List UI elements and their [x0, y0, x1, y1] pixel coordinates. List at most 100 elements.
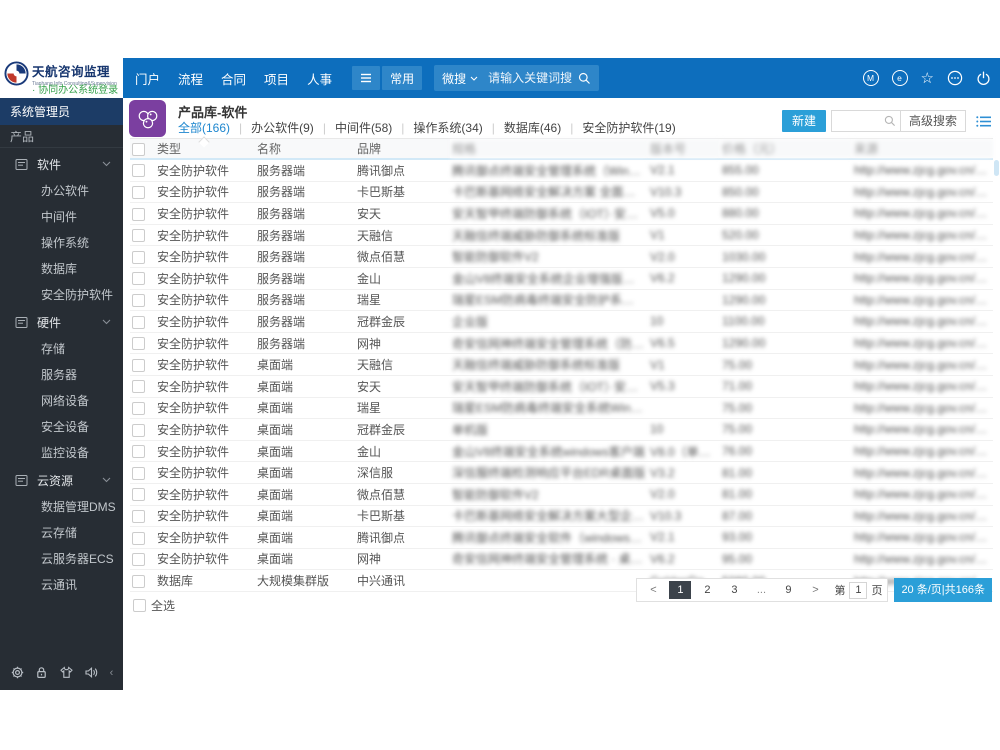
sidebar-item-0-1[interactable]: 中间件 [0, 204, 123, 230]
tab-4[interactable]: 数据库(46) [504, 119, 561, 136]
table-row[interactable]: 安全防护软件服务器端卡巴斯基卡巴斯基网络安全解决方案 全面防御大中型 针对服务器… [130, 181, 993, 204]
scrollbar-thumb[interactable] [994, 160, 999, 176]
tab-2[interactable]: 中间件(58) [335, 119, 392, 136]
page-jump-box[interactable]: 1 [849, 581, 868, 599]
table-row[interactable]: 安全防护软件服务器端金山金山V8终端安全系统企业增强版Windows服务器版V6… [130, 267, 993, 290]
table-search-input[interactable] [831, 112, 880, 130]
table-row[interactable]: 安全防护软件 桌面端 冠群金辰 单机版 10 75.00 http://www.zjcg.g… [130, 418, 993, 441]
table-row[interactable]: 安全防护软件 桌面端 微点佰慧 智能防御软件V2 V2.0 81.00 http://www… [130, 483, 993, 506]
theme-shirt-icon[interactable] [59, 665, 74, 680]
tab-0[interactable]: 全部(166) [178, 119, 230, 136]
more-icon[interactable] [947, 70, 963, 86]
tab-1[interactable]: 办公软件(9) [251, 119, 314, 136]
next-page-button[interactable]: > [804, 581, 826, 599]
volume-icon[interactable] [84, 665, 100, 680]
sidebar-group-2[interactable]: 云资源 [0, 466, 123, 494]
list-view-icon[interactable] [976, 115, 992, 128]
search-icon[interactable] [578, 72, 591, 85]
sidebar-item-1-2[interactable]: 网络设备 [0, 388, 123, 414]
global-search-input[interactable] [486, 70, 579, 86]
row-checkbox[interactable] [132, 272, 145, 286]
sidebar-item-1-3[interactable]: 安全设备 [0, 414, 123, 440]
oa-login-link[interactable]: · 协同办公系统登录 [32, 81, 118, 96]
sidebar-group-1[interactable]: 硬件 [0, 308, 123, 336]
row-checkbox[interactable] [132, 445, 145, 459]
row-checkbox[interactable] [132, 250, 145, 264]
table-row[interactable]: 安全防护软件桌面端瑞星瑞星ESM防病毒终端安全系统Windows桌面版 75.00… [130, 397, 993, 420]
row-checkbox[interactable] [132, 401, 145, 415]
sidebar-item-2-0[interactable]: 数据管理DMS [0, 494, 123, 520]
row-checkbox[interactable] [132, 164, 145, 178]
nav-item-0[interactable]: 门户 [135, 69, 160, 88]
tab-3[interactable]: 操作系统(34) [413, 119, 482, 136]
advanced-search-button[interactable]: 高级搜索 [899, 111, 965, 131]
sidebar-item-1-4[interactable]: 监控设备 [0, 440, 123, 466]
row-checkbox[interactable] [132, 229, 145, 243]
row-checkbox[interactable] [132, 186, 145, 200]
nav-item-2[interactable]: 合同 [221, 69, 246, 88]
table-row[interactable]: 安全防护软件服务器端瑞星瑞星ESM防病毒终端安全防护系统Windows版·网络服… [130, 289, 993, 312]
table-row[interactable]: 安全防护软件 桌面端 网神 奇安信网神终端安全管理系统 · 桌面版 V6.2 95.00 h… [130, 548, 993, 571]
table-row[interactable]: 安全防护软件 桌面端 天融信 天融信终端威胁防御系统标准版 V1 75.00 http://… [130, 353, 993, 376]
sidebar-item-0-3[interactable]: 数据库 [0, 256, 123, 282]
nav-item-4[interactable]: 人事 [307, 69, 332, 88]
row-checkbox[interactable] [132, 380, 145, 394]
sidebar-item-2-1[interactable]: 云存储 [0, 520, 123, 546]
row-checkbox[interactable] [132, 358, 145, 372]
lock-icon[interactable] [34, 665, 49, 680]
table-row[interactable]: 安全防护软件 服务器端 微点佰慧 智能防御软件V2 V2.0 1030.00 http://… [130, 245, 993, 268]
nav-item-1[interactable]: 流程 [178, 69, 203, 88]
row-checkbox[interactable] [132, 531, 145, 545]
power-icon[interactable] [976, 71, 991, 86]
prev-page-button[interactable]: < [642, 581, 664, 599]
search-icon[interactable] [880, 115, 900, 127]
sidebar-item-2-3[interactable]: 云通讯 [0, 572, 123, 598]
m-badge-icon[interactable]: M [862, 70, 879, 86]
table-row[interactable]: 安全防护软件服务器端腾讯御点腾讯御点终端安全管理系统（Windows版）V2.1… [130, 159, 993, 182]
row-checkbox[interactable] [132, 488, 145, 502]
page-button-1[interactable]: 1 [669, 581, 692, 599]
sidebar-item-0-4[interactable]: 安全防护软件 [0, 282, 123, 308]
sidebar-group-0[interactable]: 软件 [0, 150, 123, 178]
menu-grid-button[interactable] [352, 66, 381, 90]
sidebar-item-1-1[interactable]: 服务器 [0, 362, 123, 388]
row-checkbox[interactable] [132, 337, 145, 351]
quick-menu-button[interactable]: 常用 [382, 66, 423, 90]
new-button[interactable]: 新建 [781, 110, 826, 132]
row-checkbox[interactable] [132, 294, 145, 308]
sidebar-item-2-2[interactable]: 云服务器ECS [0, 546, 123, 572]
nav-item-3[interactable]: 项目 [264, 69, 289, 88]
collapse-arrow-icon[interactable]: ‹ [110, 667, 114, 679]
row-checkbox[interactable] [132, 466, 145, 480]
page-button-3[interactable]: 3 [723, 581, 745, 599]
row-checkbox[interactable] [132, 315, 145, 329]
search-scope-dropdown[interactable]: 微搜 [442, 70, 478, 87]
row-checkbox[interactable] [132, 509, 145, 523]
gear-icon[interactable] [10, 665, 25, 680]
row-checkbox[interactable] [132, 423, 145, 437]
row-checkbox[interactable] [132, 574, 145, 588]
message-badge-icon[interactable]: e [891, 70, 908, 86]
sidebar-item-0-0[interactable]: 办公软件 [0, 178, 123, 204]
sidebar-item-1-0[interactable]: 存储 [0, 336, 123, 362]
table-row[interactable]: 安全防护软件桌面端金山金山V8终端安全系统windows客户端V8.0（单机版）… [130, 440, 993, 463]
sidebar-item-0-2[interactable]: 操作系统 [0, 230, 123, 256]
row-checkbox[interactable] [132, 207, 145, 221]
page-button-2[interactable]: 2 [696, 581, 718, 599]
table-row[interactable]: 安全防护软件 服务器端 冠群金辰 企业版 10 1100.00 http://www.zjc… [130, 310, 993, 333]
table-row[interactable]: 安全防护软件桌面端安天安天智甲终端防御系统（IOT）·安天编码防御站V5.371… [130, 375, 993, 398]
select-all-checkbox[interactable] [133, 599, 146, 612]
tab-5[interactable]: 安全防护软件(19) [582, 119, 675, 136]
table-row[interactable]: 安全防护软件服务器端网神奇安信网神终端安全管理系统（防病毒版）V6.51290.… [130, 332, 993, 355]
table-row[interactable]: 安全防护软件桌面端卡巴斯基卡巴斯基网络安全解决方案大型企业版 针对工作站 · K… [130, 505, 993, 528]
table-row[interactable]: 安全防护软件 桌面端 深信服 深信服终端检测响应平台EDR桌面版 V3.2 81.00 ht… [130, 461, 993, 484]
sidebar-section-product[interactable]: 产品 [0, 125, 123, 148]
star-icon[interactable]: ☆ [921, 71, 934, 86]
page-button-9[interactable]: 9 [777, 581, 799, 599]
row-checkbox[interactable] [132, 553, 145, 567]
select-all-header-checkbox[interactable] [132, 142, 145, 156]
table-row[interactable]: 安全防护软件 服务器端 天融信 天融信终端威胁防御系统标准版 V1 520.00 http:… [130, 224, 993, 247]
table-row[interactable]: 安全防护软件服务器端安天安天智甲终端防御系统（IOT）·安天编码防御站V5.08… [130, 202, 993, 225]
table-row[interactable]: 安全防护软件桌面端腾讯御点腾讯御点终端安全软件（windows版）V2.1V2.… [130, 526, 993, 549]
page-size-info[interactable]: 20 条/页|共166条 [894, 578, 992, 602]
